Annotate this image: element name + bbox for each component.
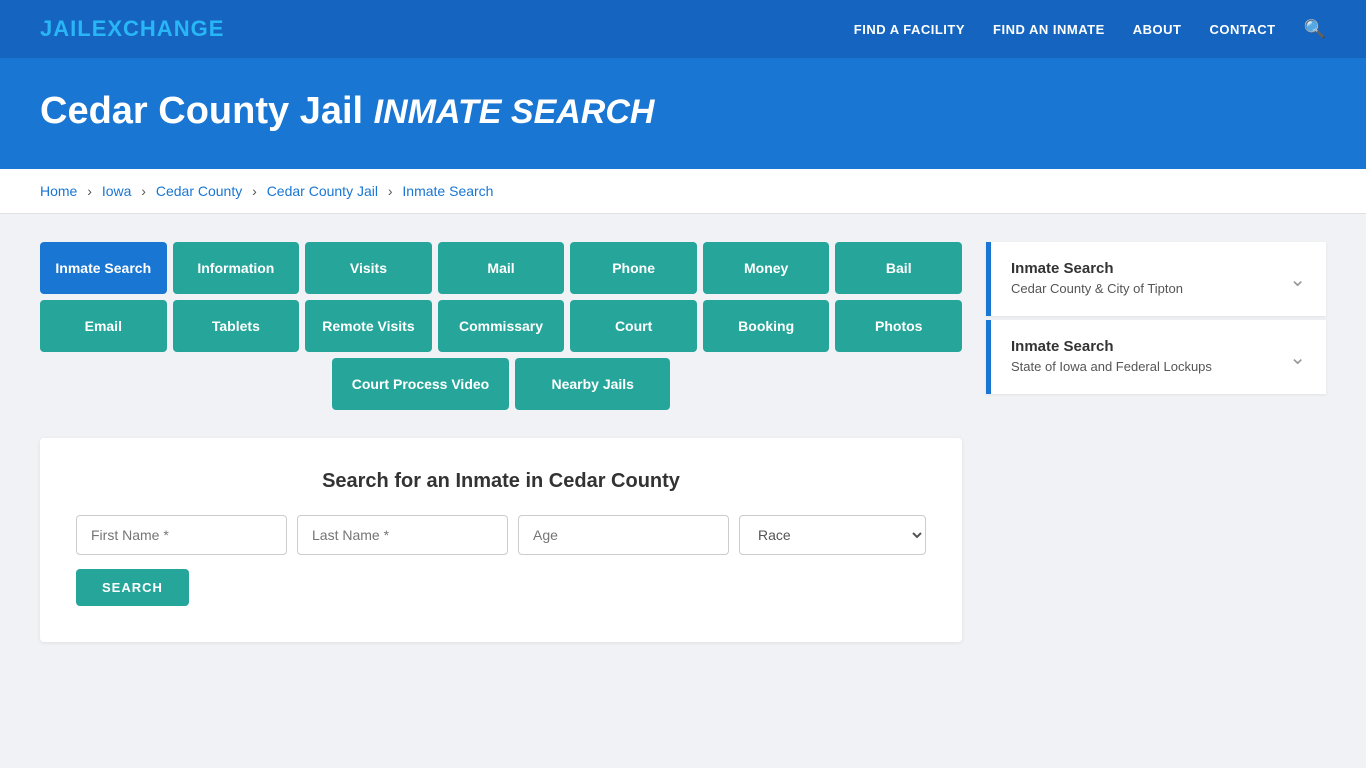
nav-links: FIND A FACILITY FIND AN INMATE ABOUT CON… <box>854 19 1326 40</box>
nav-find-facility[interactable]: FIND A FACILITY <box>854 22 965 37</box>
tab-tablets[interactable]: Tablets <box>173 300 300 352</box>
tabs-row-3: Court Process Video Nearby Jails <box>40 358 962 410</box>
sidebar-card-1-subtitle: Cedar County & City of Tipton <box>1011 281 1183 296</box>
last-name-input[interactable] <box>297 515 508 555</box>
search-form-container: Search for an Inmate in Cedar County Rac… <box>40 438 962 642</box>
tabs-row-1: Inmate Search Information Visits Mail Ph… <box>40 242 962 294</box>
breadcrumb-cedar-county[interactable]: Cedar County <box>156 183 242 199</box>
tab-remote-visits[interactable]: Remote Visits <box>305 300 432 352</box>
breadcrumb-cedar-county-jail[interactable]: Cedar County Jail <box>267 183 378 199</box>
breadcrumb: Home › Iowa › Cedar County › Cedar Count… <box>0 169 1366 214</box>
nav-contact[interactable]: CONTACT <box>1209 22 1275 37</box>
right-sidebar: Inmate Search Cedar County & City of Tip… <box>986 242 1326 398</box>
age-input[interactable] <box>518 515 729 555</box>
site-logo[interactable]: JAILEXCHANGE <box>40 16 224 42</box>
logo-exchange: EXCHANGE <box>92 16 225 41</box>
main-nav: JAILEXCHANGE FIND A FACILITY FIND AN INM… <box>0 0 1366 58</box>
sidebar-card-1-title: Inmate Search <box>1011 260 1183 277</box>
first-name-input[interactable] <box>76 515 287 555</box>
form-name-row: Race White Black Hispanic Asian Other <box>76 515 926 555</box>
chevron-down-icon: ⌄ <box>1289 267 1306 292</box>
tab-commissary[interactable]: Commissary <box>438 300 565 352</box>
tabs-section: Inmate Search Information Visits Mail Ph… <box>40 242 962 410</box>
tab-court-process-video[interactable]: Court Process Video <box>332 358 509 410</box>
search-icon[interactable]: 🔍 <box>1304 19 1326 40</box>
tab-court[interactable]: Court <box>570 300 697 352</box>
tab-photos[interactable]: Photos <box>835 300 962 352</box>
tab-visits[interactable]: Visits <box>305 242 432 294</box>
breadcrumb-home[interactable]: Home <box>40 183 77 199</box>
sidebar-card-2-title: Inmate Search <box>1011 338 1212 355</box>
hero-section: Cedar County Jail INMATE SEARCH <box>0 58 1366 169</box>
tab-money[interactable]: Money <box>703 242 830 294</box>
sidebar-card-1[interactable]: Inmate Search Cedar County & City of Tip… <box>986 242 1326 316</box>
main-content: Inmate Search Information Visits Mail Ph… <box>0 214 1366 670</box>
nav-about[interactable]: ABOUT <box>1133 22 1182 37</box>
page-title: Cedar County Jail INMATE SEARCH <box>40 90 1326 133</box>
nav-find-inmate[interactable]: FIND AN INMATE <box>993 22 1105 37</box>
tab-inmate-search[interactable]: Inmate Search <box>40 242 167 294</box>
tab-booking[interactable]: Booking <box>703 300 830 352</box>
left-column: Inmate Search Information Visits Mail Ph… <box>40 242 962 642</box>
tabs-row-2: Email Tablets Remote Visits Commissary C… <box>40 300 962 352</box>
tab-phone[interactable]: Phone <box>570 242 697 294</box>
sidebar-card-2[interactable]: Inmate Search State of Iowa and Federal … <box>986 320 1326 394</box>
tab-nearby-jails[interactable]: Nearby Jails <box>515 358 670 410</box>
search-button[interactable]: SEARCH <box>76 569 189 606</box>
sidebar-card-2-subtitle: State of Iowa and Federal Lockups <box>1011 359 1212 374</box>
breadcrumb-iowa[interactable]: Iowa <box>102 183 132 199</box>
race-select[interactable]: Race White Black Hispanic Asian Other <box>739 515 926 555</box>
tab-email[interactable]: Email <box>40 300 167 352</box>
chevron-down-icon-2: ⌄ <box>1289 345 1306 370</box>
tab-bail[interactable]: Bail <box>835 242 962 294</box>
logo-jail: JAIL <box>40 16 92 41</box>
search-form-title: Search for an Inmate in Cedar County <box>76 470 926 493</box>
tab-mail[interactable]: Mail <box>438 242 565 294</box>
tab-information[interactable]: Information <box>173 242 300 294</box>
breadcrumb-inmate-search[interactable]: Inmate Search <box>402 183 493 199</box>
